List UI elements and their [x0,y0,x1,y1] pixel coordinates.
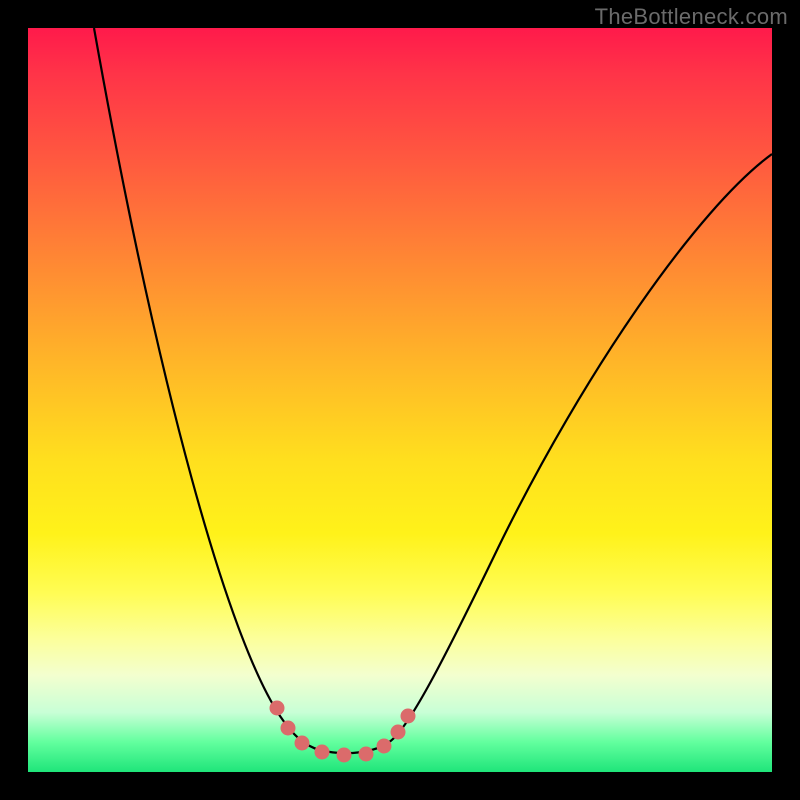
bottleneck-curve [94,28,772,753]
chart-frame: TheBottleneck.com [0,0,800,800]
highlight-dots [277,708,408,755]
watermark-text: TheBottleneck.com [595,4,788,30]
chart-svg [28,28,772,772]
chart-plot-area [28,28,772,772]
